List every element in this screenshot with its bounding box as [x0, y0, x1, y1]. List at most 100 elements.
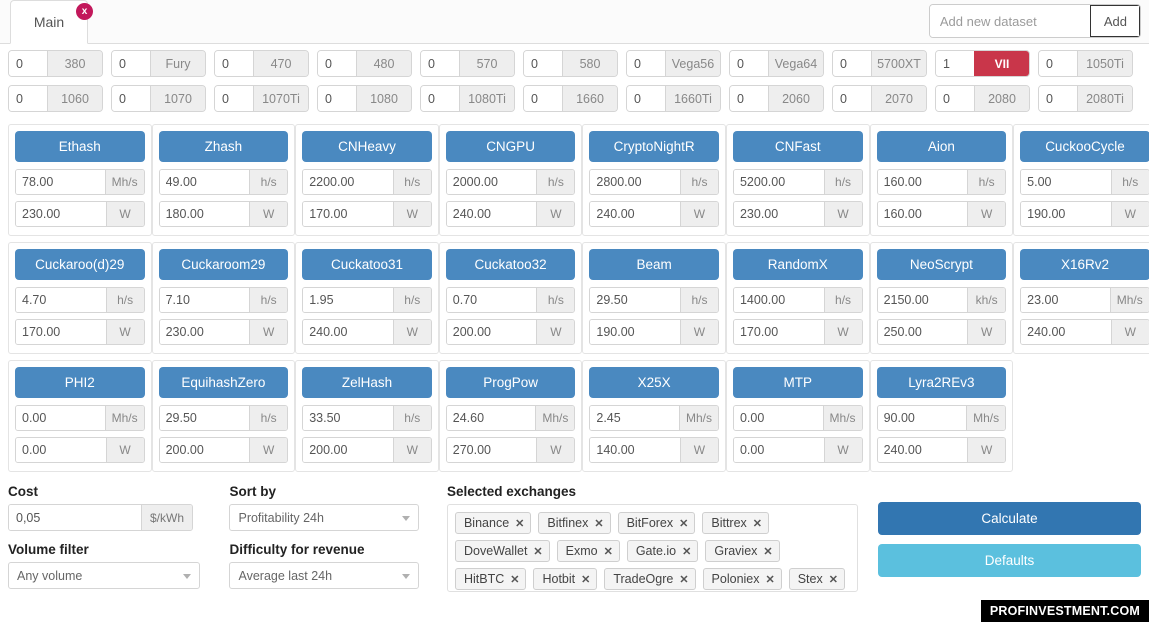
gpu-quantity-input-1080ti[interactable] [421, 86, 459, 111]
hashrate-input-lyra2rev3[interactable] [877, 406, 967, 430]
gpu-name-button-1050ti[interactable]: 1050Ti [1077, 51, 1132, 76]
hashrate-input-equihashzero[interactable] [159, 406, 250, 430]
gpu-quantity-input-5700xt[interactable] [833, 51, 871, 76]
gpu-name-button-380[interactable]: 380 [47, 51, 102, 76]
hashrate-input-beam[interactable] [590, 288, 680, 312]
hashrate-input-phi2[interactable] [16, 406, 105, 430]
calculate-button[interactable]: Calculate [878, 502, 1141, 535]
close-icon[interactable]: ✕ [753, 517, 762, 530]
close-icon[interactable]: ✕ [510, 573, 519, 586]
exchange-tag-gate-io[interactable]: Gate.io ✕ [626, 540, 699, 562]
power-input-cnheavy[interactable] [303, 202, 393, 226]
hashrate-input-x16rv2[interactable] [1021, 288, 1110, 312]
gpu-name-button-vega64[interactable]: Vega64 [768, 51, 823, 76]
exchange-tag-poloniex[interactable]: Poloniex ✕ [702, 568, 782, 590]
gpu-name-button-1060[interactable]: 1060 [47, 86, 102, 111]
close-icon[interactable]: ✕ [604, 545, 613, 558]
power-input-x16rv2[interactable] [1021, 320, 1111, 344]
gpu-name-button-580[interactable]: 580 [562, 51, 617, 76]
power-input-cuckaroom29[interactable] [159, 320, 250, 344]
power-input-progpow[interactable] [446, 438, 537, 462]
add-dataset-input[interactable] [929, 5, 1090, 37]
difficulty-select[interactable]: Average last 24h [229, 562, 420, 589]
volume-filter-select[interactable]: Any volume [8, 562, 200, 589]
hashrate-input-neoscrypt[interactable] [877, 288, 968, 312]
gpu-quantity-input-480[interactable] [318, 51, 356, 76]
power-input-randomx[interactable] [733, 320, 824, 344]
hashrate-input-cnheavy[interactable] [303, 170, 393, 194]
gpu-name-button-1070ti[interactable]: 1070Ti [253, 86, 308, 111]
power-input-equihashzero[interactable] [159, 438, 250, 462]
power-input-neoscrypt[interactable] [877, 320, 968, 344]
hashrate-input-randomx[interactable] [733, 288, 824, 312]
exchange-tag-bitforex[interactable]: BitForex ✕ [617, 512, 696, 534]
power-input-aion[interactable] [877, 202, 968, 226]
gpu-name-button-5700xt[interactable]: 5700XT [871, 51, 926, 76]
hashrate-input-cryptonightr[interactable] [590, 170, 680, 194]
exchange-tag-bittrex[interactable]: Bittrex ✕ [702, 512, 770, 534]
exchange-tag-hotbit[interactable]: Hotbit ✕ [533, 568, 598, 590]
algorithm-header-button-cnheavy[interactable]: CNHeavy [302, 131, 432, 162]
gpu-quantity-input-2080ti[interactable] [1039, 86, 1077, 111]
algorithm-header-button-x16rv2[interactable]: X16Rv2 [1020, 249, 1149, 280]
power-input-cuckoocycle[interactable] [1021, 202, 1111, 226]
algorithm-header-button-equihashzero[interactable]: EquihashZero [158, 367, 289, 398]
power-input-mtp[interactable] [733, 438, 824, 462]
gpu-quantity-input-2070[interactable] [833, 86, 871, 111]
power-input-x25x[interactable] [590, 438, 680, 462]
power-input-cryptonightr[interactable] [590, 202, 680, 226]
gpu-quantity-input-1070[interactable] [112, 86, 150, 111]
exchange-tag-hitbtc[interactable]: HitBTC ✕ [454, 568, 527, 590]
exchange-tag-stex[interactable]: Stex ✕ [788, 568, 845, 590]
algorithm-header-button-zelhash[interactable]: ZelHash [302, 367, 432, 398]
algorithm-header-button-cnfast[interactable]: CNFast [732, 131, 863, 162]
dataset-tab-main[interactable]: Main x [10, 0, 93, 44]
exchange-tag-binance[interactable]: Binance ✕ [454, 512, 532, 534]
close-icon[interactable]: ✕ [766, 573, 775, 586]
defaults-button[interactable]: Defaults [878, 544, 1141, 577]
hashrate-input-cngpu[interactable] [446, 170, 537, 194]
gpu-quantity-input-1080[interactable] [318, 86, 356, 111]
algorithm-header-button-cuckatoo31[interactable]: Cuckatoo31 [302, 249, 432, 280]
algorithm-header-button-beam[interactable]: Beam [589, 249, 719, 280]
gpu-quantity-input-380[interactable] [9, 51, 47, 76]
power-input-cuckatoo32[interactable] [446, 320, 537, 344]
close-icon[interactable]: ✕ [533, 545, 542, 558]
close-icon[interactable]: ✕ [829, 573, 838, 586]
algorithm-header-button-phi2[interactable]: PHI2 [15, 367, 145, 398]
algorithm-header-button-zhash[interactable]: Zhash [158, 131, 289, 162]
gpu-quantity-input-570[interactable] [421, 51, 459, 76]
gpu-quantity-input-vega56[interactable] [627, 51, 665, 76]
exchange-tag-bitfinex[interactable]: Bitfinex ✕ [538, 512, 611, 534]
gpu-quantity-input-1050ti[interactable] [1039, 51, 1077, 76]
hashrate-input-cnfast[interactable] [733, 170, 824, 194]
algorithm-header-button-cngpu[interactable]: CNGPU [445, 131, 576, 162]
power-input-cuckatoo31[interactable] [303, 320, 393, 344]
cost-input[interactable] [9, 505, 141, 530]
power-input-zelhash[interactable] [303, 438, 393, 462]
gpu-quantity-input-1660ti[interactable] [627, 86, 665, 111]
gpu-name-button-1660ti[interactable]: 1660Ti [665, 86, 720, 111]
gpu-name-button-vii[interactable]: VII [974, 51, 1029, 76]
algorithm-header-button-ethash[interactable]: Ethash [15, 131, 145, 162]
hashrate-input-mtp[interactable] [733, 406, 823, 430]
algorithm-header-button-lyra2rev3[interactable]: Lyra2REv3 [876, 367, 1007, 398]
gpu-name-button-1660[interactable]: 1660 [562, 86, 617, 111]
gpu-name-button-2070[interactable]: 2070 [871, 86, 926, 111]
close-icon[interactable]: ✕ [679, 573, 688, 586]
hashrate-input-zhash[interactable] [159, 170, 250, 194]
power-input-phi2[interactable] [16, 438, 106, 462]
gpu-name-button-1070[interactable]: 1070 [150, 86, 205, 111]
exchange-tag-tradeogre[interactable]: TradeOgre ✕ [604, 568, 696, 590]
algorithm-header-button-cuckaroo-d-29[interactable]: Cuckaroo(d)29 [15, 249, 145, 280]
close-icon[interactable]: ✕ [679, 517, 688, 530]
gpu-name-button-2060[interactable]: 2060 [768, 86, 823, 111]
power-input-beam[interactable] [590, 320, 680, 344]
hashrate-input-cuckatoo32[interactable] [446, 288, 537, 312]
gpu-quantity-input-vega64[interactable] [730, 51, 768, 76]
power-input-ethash[interactable] [16, 202, 106, 226]
hashrate-input-cuckaroo-d-29[interactable] [16, 288, 106, 312]
algorithm-header-button-progpow[interactable]: ProgPow [445, 367, 576, 398]
power-input-cngpu[interactable] [446, 202, 537, 226]
gpu-quantity-input-vii[interactable] [936, 51, 974, 76]
